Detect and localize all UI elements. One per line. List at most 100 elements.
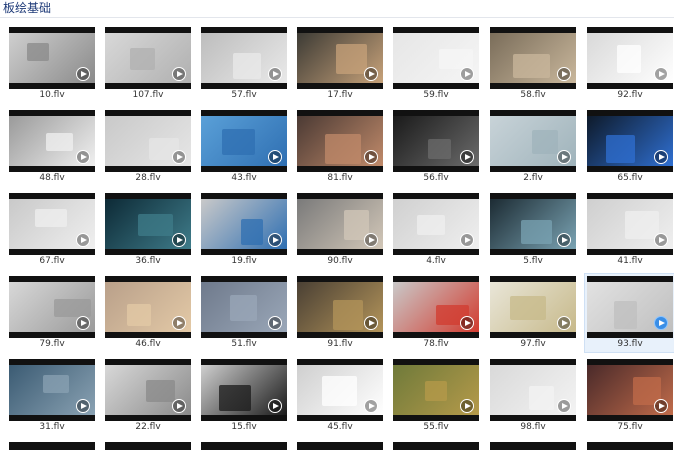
play-icon[interactable]	[76, 67, 90, 81]
video-thumbnail[interactable]	[297, 110, 383, 172]
video-thumbnail[interactable]	[393, 110, 479, 172]
video-tile[interactable]: 57.flv	[201, 27, 287, 103]
video-tile[interactable]: 78.flv	[393, 276, 479, 352]
play-icon[interactable]	[557, 150, 571, 164]
video-tile[interactable]: 93.flv	[584, 273, 674, 353]
play-icon[interactable]	[364, 399, 378, 413]
play-icon[interactable]	[76, 316, 90, 330]
play-icon[interactable]	[76, 399, 90, 413]
play-icon[interactable]	[268, 399, 282, 413]
video-thumbnail-partial[interactable]	[9, 442, 95, 450]
video-thumbnail-partial[interactable]	[201, 442, 287, 450]
video-tile[interactable]: 55.flv	[393, 359, 479, 435]
play-icon[interactable]	[557, 233, 571, 247]
video-tile[interactable]: 107.flv	[105, 27, 191, 103]
video-tile[interactable]: 79.flv	[9, 276, 95, 352]
video-thumbnail[interactable]	[9, 276, 95, 338]
play-icon[interactable]	[76, 150, 90, 164]
video-thumbnail[interactable]	[201, 110, 287, 172]
video-tile[interactable]: 46.flv	[105, 276, 191, 352]
video-thumbnail[interactable]	[587, 27, 673, 89]
play-icon[interactable]	[654, 67, 668, 81]
play-icon[interactable]	[460, 399, 474, 413]
play-icon[interactable]	[654, 233, 668, 247]
play-icon[interactable]	[557, 67, 571, 81]
video-thumbnail[interactable]	[297, 359, 383, 421]
video-thumbnail[interactable]	[490, 359, 576, 421]
play-icon[interactable]	[557, 399, 571, 413]
play-icon[interactable]	[364, 150, 378, 164]
play-icon[interactable]	[172, 150, 186, 164]
video-tile[interactable]: 48.flv	[9, 110, 95, 186]
video-tile[interactable]: 17.flv	[297, 27, 383, 103]
video-tile[interactable]: 36.flv	[105, 193, 191, 269]
video-thumbnail[interactable]	[587, 276, 673, 338]
video-thumbnail[interactable]	[393, 27, 479, 89]
play-icon[interactable]	[76, 233, 90, 247]
video-thumbnail[interactable]	[393, 359, 479, 421]
video-tile[interactable]: 65.flv	[587, 110, 673, 186]
video-thumbnail[interactable]	[201, 27, 287, 89]
play-icon[interactable]	[654, 150, 668, 164]
play-icon[interactable]	[268, 316, 282, 330]
play-icon[interactable]	[172, 399, 186, 413]
play-icon[interactable]	[654, 399, 668, 413]
video-thumbnail[interactable]	[201, 276, 287, 338]
video-tile[interactable]: 98.flv	[490, 359, 576, 435]
video-thumbnail-partial[interactable]	[393, 442, 479, 450]
play-icon[interactable]	[460, 316, 474, 330]
video-thumbnail[interactable]	[490, 193, 576, 255]
play-icon[interactable]	[172, 67, 186, 81]
video-thumbnail-partial[interactable]	[587, 442, 673, 450]
play-icon[interactable]	[172, 233, 186, 247]
play-icon[interactable]	[654, 316, 668, 330]
video-thumbnail[interactable]	[201, 359, 287, 421]
video-thumbnail[interactable]	[587, 193, 673, 255]
video-tile[interactable]: 56.flv	[393, 110, 479, 186]
play-icon[interactable]	[460, 233, 474, 247]
video-thumbnail[interactable]	[105, 359, 191, 421]
video-tile[interactable]: 81.flv	[297, 110, 383, 186]
video-tile[interactable]: 4.flv	[393, 193, 479, 269]
video-thumbnail[interactable]	[9, 359, 95, 421]
play-icon[interactable]	[268, 67, 282, 81]
video-tile[interactable]: 28.flv	[105, 110, 191, 186]
video-thumbnail[interactable]	[105, 110, 191, 172]
video-thumbnail[interactable]	[297, 27, 383, 89]
video-thumbnail[interactable]	[105, 193, 191, 255]
play-icon[interactable]	[557, 316, 571, 330]
video-tile[interactable]: 41.flv	[587, 193, 673, 269]
video-tile[interactable]: 15.flv	[201, 359, 287, 435]
play-icon[interactable]	[268, 150, 282, 164]
play-icon[interactable]	[460, 67, 474, 81]
video-tile[interactable]: 59.flv	[393, 27, 479, 103]
video-thumbnail[interactable]	[297, 193, 383, 255]
video-tile[interactable]: 2.flv	[490, 110, 576, 186]
video-thumbnail[interactable]	[297, 276, 383, 338]
video-tile[interactable]: 92.flv	[587, 27, 673, 103]
video-thumbnail[interactable]	[9, 193, 95, 255]
video-thumbnail[interactable]	[393, 276, 479, 338]
video-tile[interactable]: 5.flv	[490, 193, 576, 269]
video-thumbnail-partial[interactable]	[490, 442, 576, 450]
video-thumbnail-partial[interactable]	[105, 442, 191, 450]
play-icon[interactable]	[460, 150, 474, 164]
video-thumbnail[interactable]	[587, 359, 673, 421]
play-icon[interactable]	[364, 316, 378, 330]
video-tile[interactable]: 43.flv	[201, 110, 287, 186]
video-thumbnail[interactable]	[393, 193, 479, 255]
video-tile[interactable]: 75.flv	[587, 359, 673, 435]
play-icon[interactable]	[172, 316, 186, 330]
play-icon[interactable]	[364, 233, 378, 247]
video-tile[interactable]: 91.flv	[297, 276, 383, 352]
video-thumbnail[interactable]	[490, 27, 576, 89]
video-thumbnail[interactable]	[201, 193, 287, 255]
video-tile[interactable]: 51.flv	[201, 276, 287, 352]
video-tile[interactable]: 19.flv	[201, 193, 287, 269]
video-thumbnail[interactable]	[490, 276, 576, 338]
video-thumbnail[interactable]	[490, 110, 576, 172]
play-icon[interactable]	[268, 233, 282, 247]
video-thumbnail[interactable]	[9, 110, 95, 172]
video-thumbnail[interactable]	[587, 110, 673, 172]
video-thumbnail[interactable]	[105, 276, 191, 338]
